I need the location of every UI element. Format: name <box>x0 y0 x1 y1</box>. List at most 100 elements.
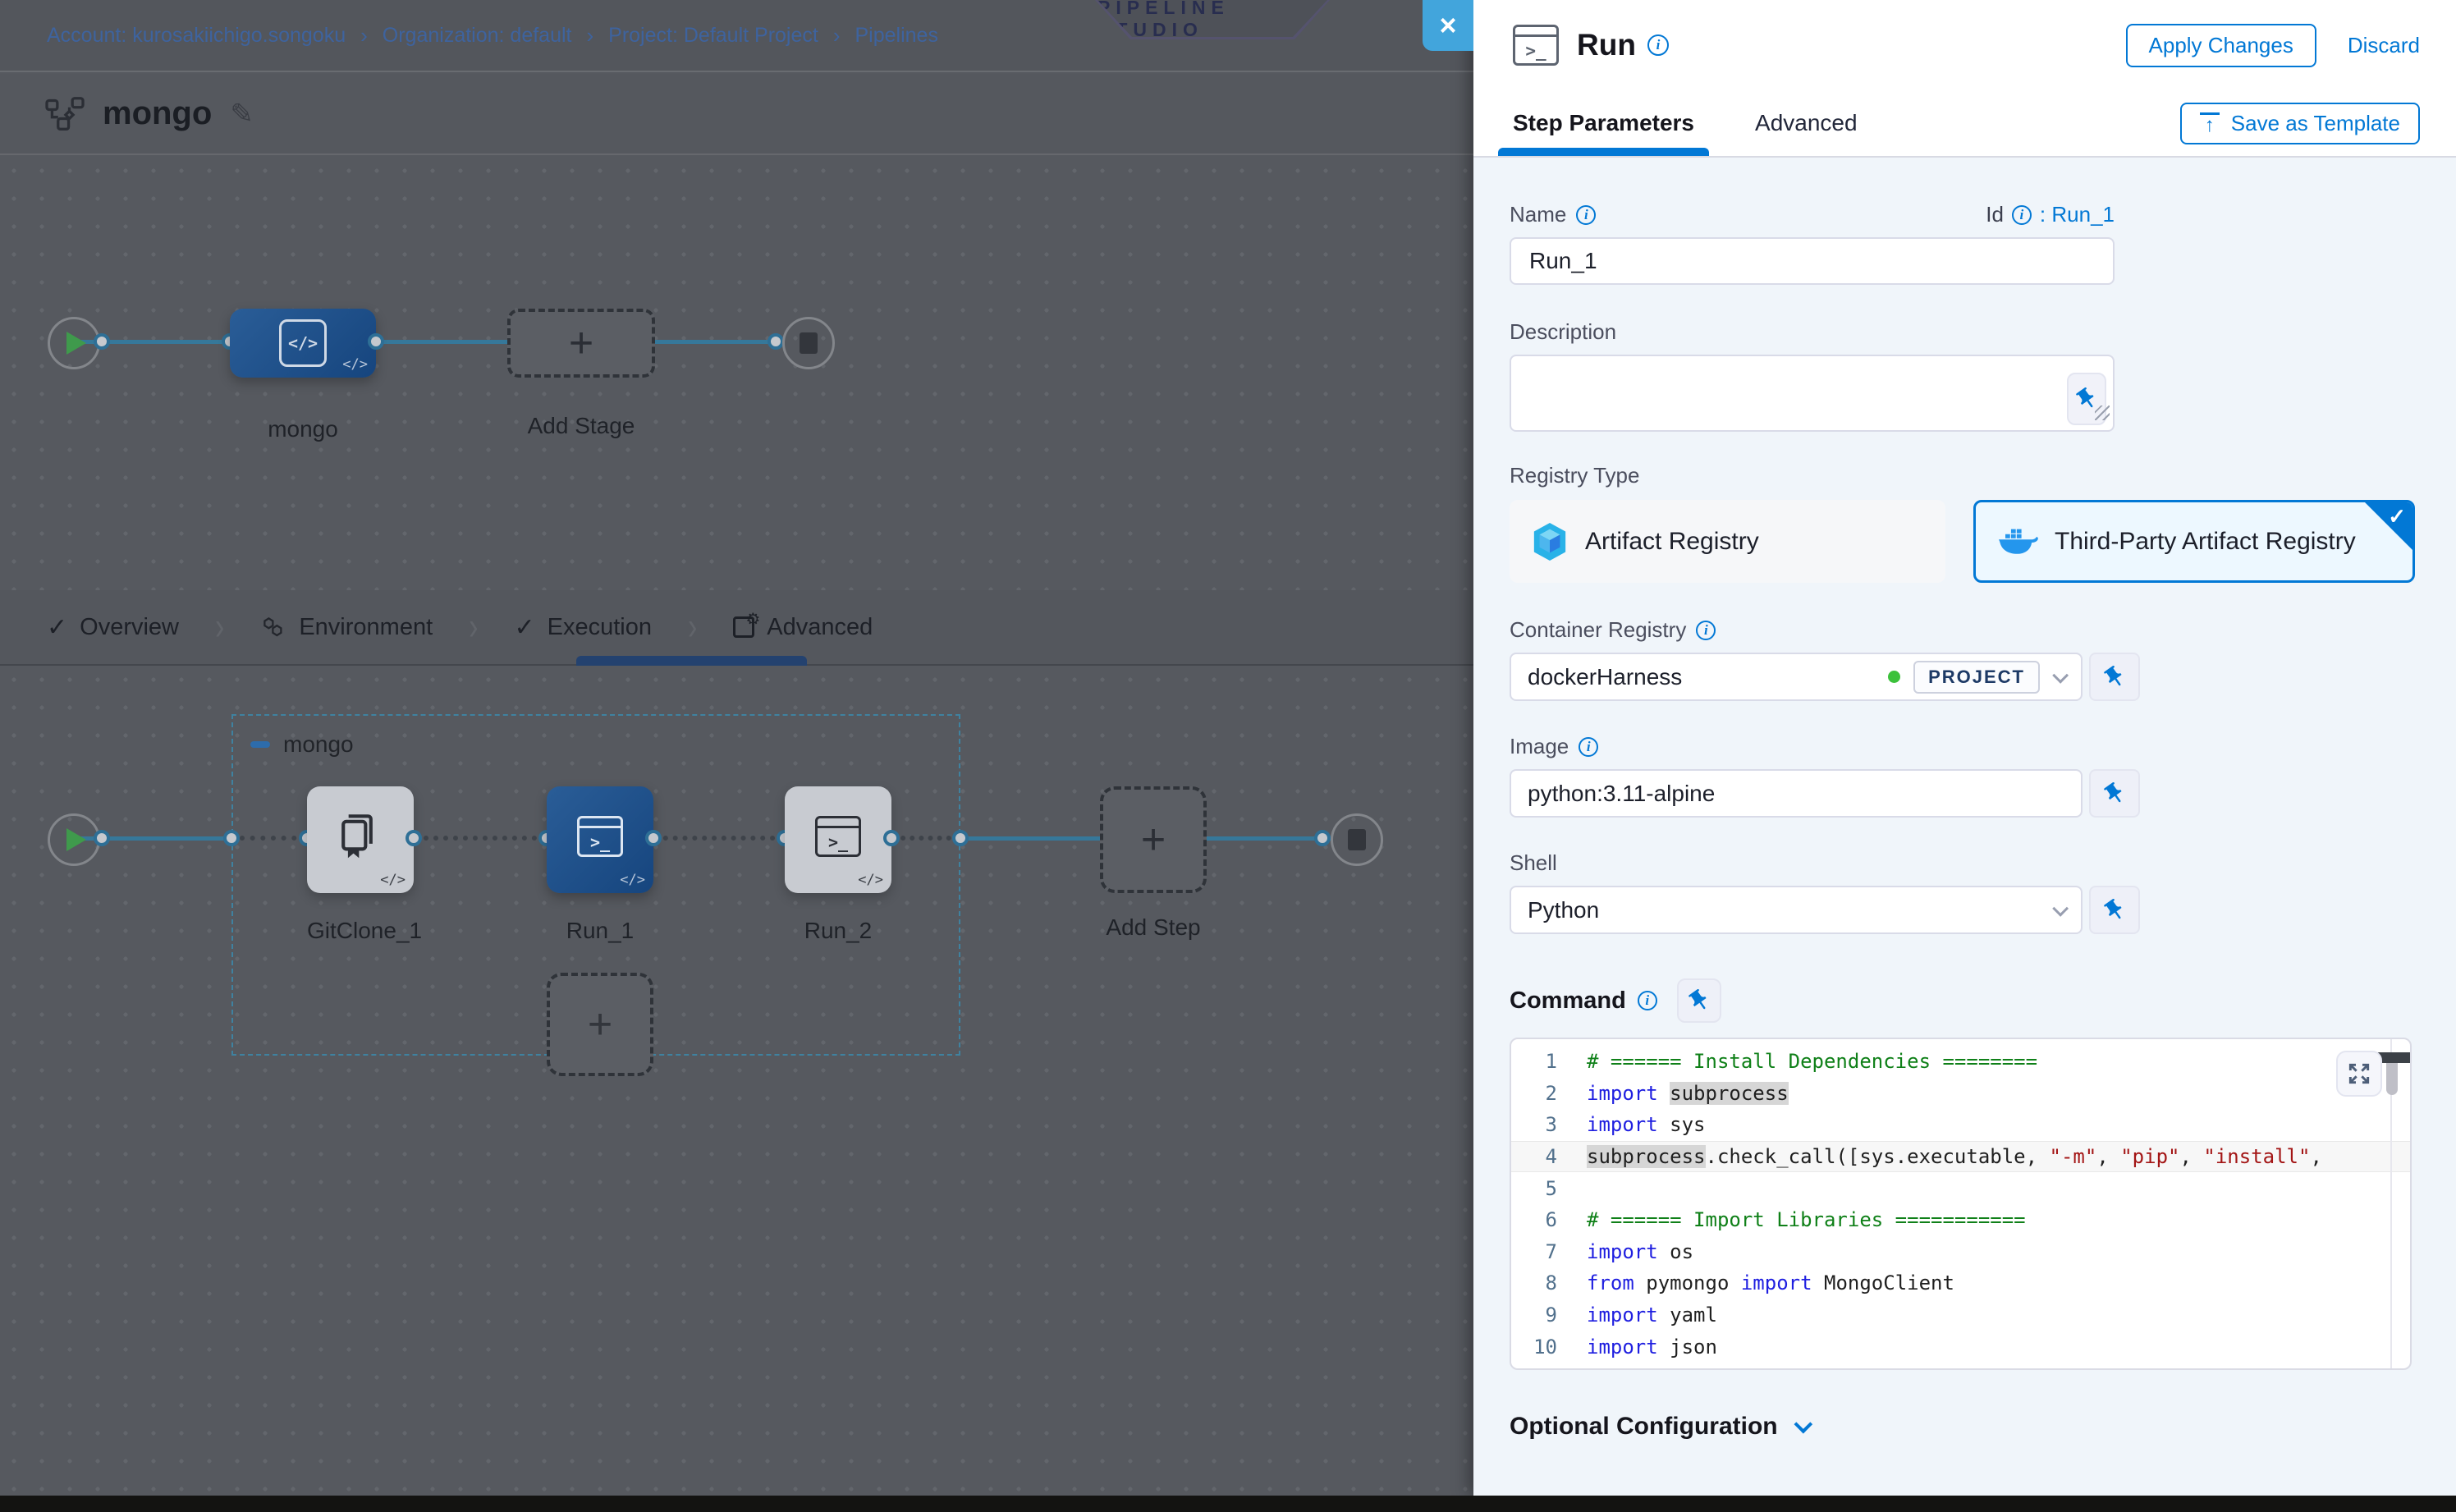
code-line[interactable]: 10import json <box>1511 1331 2410 1363</box>
step-group-header[interactable]: mongo <box>250 731 354 758</box>
connector <box>1207 836 1331 841</box>
stop-icon <box>1348 829 1366 850</box>
info-icon[interactable]: i <box>1696 621 1716 640</box>
add-step-node[interactable]: + <box>1100 786 1207 893</box>
pin-input-type-button[interactable] <box>2089 886 2140 934</box>
chevron-down-icon <box>1794 1415 1812 1434</box>
registry-card-third-party-label: Third-Party Artifact Registry <box>2055 528 2356 556</box>
add-stage-label: Add Stage <box>507 413 655 439</box>
breadcrumb-pipelines[interactable]: Pipelines <box>855 24 938 48</box>
code-line[interactable]: 1# ====== Install Dependencies ======== <box>1511 1046 2410 1078</box>
description-textarea[interactable] <box>1510 355 2115 432</box>
registry-card-third-party[interactable]: Third-Party Artifact Registry ✓ <box>1973 500 2415 583</box>
tab-step-advanced[interactable]: Advanced <box>1755 92 1858 154</box>
step-node-gitclone-1[interactable]: </> <box>307 786 414 893</box>
pipeline-studio-badge-label: PIPELINE STUDIO <box>1097 0 1327 41</box>
execution-end-node[interactable] <box>1331 813 1383 866</box>
tab-advanced-label: Advanced <box>767 614 873 641</box>
stop-icon <box>800 332 818 354</box>
name-input[interactable] <box>1510 237 2115 285</box>
pin-input-type-button[interactable] <box>2089 653 2140 701</box>
container-registry-input[interactable]: dockerHarness PROJECT <box>1510 653 2083 701</box>
pipeline-start-node[interactable] <box>48 317 100 369</box>
code-line[interactable]: 2import subprocess <box>1511 1078 2410 1110</box>
code-line[interactable]: 8from pymongo import MongoClient <box>1511 1267 2410 1299</box>
execution-start-node[interactable] <box>48 813 100 866</box>
tab-environment[interactable]: Environment <box>260 614 433 641</box>
play-icon <box>66 332 86 355</box>
pipeline-studio-badge: PIPELINE STUDIO <box>1095 0 1330 39</box>
pipeline-title-bar: mongo ✎ VISUAL YAML <box>0 74 1475 155</box>
id-value[interactable]: : Run_1 <box>2040 202 2115 227</box>
fullscreen-icon <box>2346 1061 2372 1087</box>
code-glyph: </> <box>288 333 318 353</box>
panel-tab-bar: Step Parameters Advanced ↑ Save as Templ… <box>1473 90 2456 158</box>
tab-advanced[interactable]: ⚙ Advanced <box>733 614 873 641</box>
code-line[interactable]: 3import sys <box>1511 1109 2410 1141</box>
code-line[interactable]: 9import yaml <box>1511 1299 2410 1331</box>
execution-graph-canvas: mongo </> <box>0 666 1475 1496</box>
tab-overview[interactable]: ✓ Overview <box>47 613 179 642</box>
terminal-glyph: >_ <box>590 832 610 852</box>
registry-card-artifact[interactable]: Artifact Registry <box>1510 500 1945 583</box>
tab-execution-label: Execution <box>548 614 652 641</box>
pin-input-type-button[interactable] <box>1677 978 1721 1023</box>
terminal-icon: >_ <box>577 816 623 857</box>
optional-configuration-label: Optional Configuration <box>1510 1413 1778 1441</box>
edit-pipeline-name-icon[interactable]: ✎ <box>230 98 254 131</box>
pin-input-type-button[interactable] <box>2089 769 2140 818</box>
name-label: Name <box>1510 202 1566 227</box>
dotted-connector <box>240 836 307 841</box>
dotted-connector <box>653 836 785 841</box>
code-line[interactable]: 5 <box>1511 1172 2410 1204</box>
shell-select[interactable]: Python <box>1510 886 2083 934</box>
add-stage-node[interactable]: + <box>507 309 655 378</box>
add-step-label: Add Step <box>1084 914 1223 941</box>
optional-configuration-toggle[interactable]: Optional Configuration <box>1510 1413 2417 1441</box>
id-label: Id <box>1986 202 2004 227</box>
apply-changes-button[interactable]: Apply Changes <box>2126 24 2316 67</box>
info-icon[interactable]: i <box>1576 205 1596 225</box>
scope-badge: PROJECT <box>1913 661 2040 694</box>
chevron-down-icon[interactable] <box>2052 900 2069 916</box>
stage-node-mongo[interactable]: </> </> <box>230 309 376 378</box>
shell-value: Python <box>1528 897 1599 923</box>
add-parallel-step-node[interactable]: + <box>547 973 653 1076</box>
image-input[interactable]: python:3.11-alpine <box>1510 769 2083 818</box>
code-line[interactable]: 6# ====== Import Libraries =========== <box>1511 1204 2410 1236</box>
chevron-down-icon[interactable] <box>2052 667 2069 683</box>
step-group-label: mongo <box>283 731 354 758</box>
info-icon[interactable]: i <box>1579 737 1598 757</box>
collapse-group-icon[interactable] <box>250 741 270 748</box>
textarea-resize-handle[interactable] <box>2095 405 2110 420</box>
breadcrumb-account[interactable]: Account: kurosakiichigo.songoku <box>47 24 346 48</box>
step-node-run-1[interactable]: >_ </> <box>547 786 653 893</box>
info-icon[interactable]: i <box>1647 34 1669 56</box>
save-as-template-button[interactable]: ↑ Save as Template <box>2180 103 2420 144</box>
command-label: Command <box>1510 987 1626 1015</box>
connector-port <box>768 333 784 350</box>
step-label-run-1: Run_1 <box>547 918 653 944</box>
discard-button[interactable]: Discard <box>2348 33 2420 58</box>
info-icon[interactable]: i <box>2012 205 2032 225</box>
step-node-run-2[interactable]: >_ </> <box>785 786 891 893</box>
stage-tab-bar: ✓ Overview › Environment › ✓ Execution ›… <box>0 590 1475 666</box>
run-step-icon: >_ <box>1513 25 1559 66</box>
tab-execution[interactable]: ✓ Execution <box>514 613 652 642</box>
close-panel-button[interactable]: × <box>1423 0 1473 51</box>
breadcrumb-project[interactable]: Project: Default Project <box>608 24 818 48</box>
check-icon: ✓ <box>47 613 67 642</box>
code-line[interactable]: 4subprocess.check_call([sys.executable, … <box>1511 1141 2410 1173</box>
connector-port <box>94 333 110 350</box>
connector-port <box>223 830 240 846</box>
breadcrumb-organization[interactable]: Organization: default <box>383 24 572 48</box>
tab-step-parameters[interactable]: Step Parameters <box>1513 92 1694 154</box>
code-line[interactable]: 7import os <box>1511 1236 2410 1268</box>
tab-separator-icon: › <box>688 605 697 650</box>
pipeline-flow-icon <box>45 96 85 132</box>
expand-editor-button[interactable] <box>2336 1051 2382 1097</box>
pipeline-end-node[interactable] <box>782 317 835 369</box>
plus-icon: + <box>588 1003 612 1046</box>
info-icon[interactable]: i <box>1638 991 1657 1010</box>
command-code-editor[interactable]: 1# ====== Install Dependencies ========2… <box>1510 1038 2412 1370</box>
